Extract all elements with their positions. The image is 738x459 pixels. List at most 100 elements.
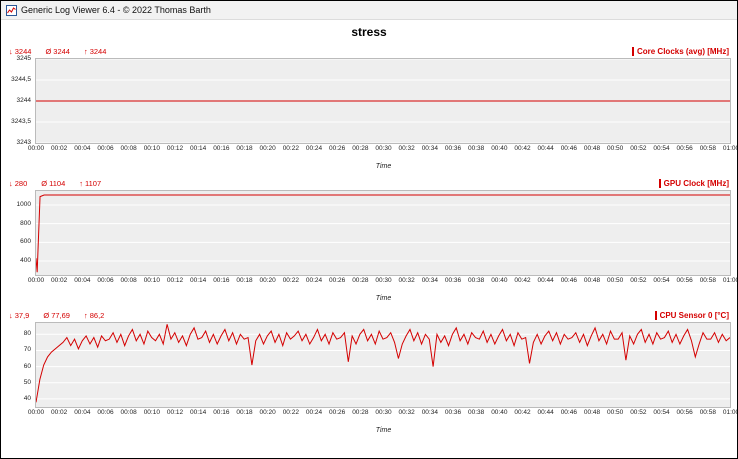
x-tick-label: 00:42 <box>514 146 530 153</box>
x-tick-label: 00:06 <box>97 146 113 153</box>
x-tick-label: 00:38 <box>468 146 484 153</box>
title-marker <box>655 311 657 320</box>
x-tick-label: 00:52 <box>630 146 646 153</box>
x-tick-label: 00:14 <box>190 146 206 153</box>
stat-max: ↑86,2 <box>84 311 104 320</box>
x-tick-label: 00:58 <box>700 410 716 417</box>
y-tick-label: 3244 <box>17 98 31 105</box>
x-tick-label: 00:04 <box>74 410 90 417</box>
x-tick-label: 00:02 <box>51 278 67 285</box>
x-tick-label: 00:48 <box>584 410 600 417</box>
y-tick-label: 3245 <box>17 56 31 63</box>
x-tick-label: 00:38 <box>468 410 484 417</box>
plot-area[interactable] <box>35 190 731 276</box>
x-tick-label: 00:54 <box>653 146 669 153</box>
x-axis-labels: 00:0000:0200:0400:0600:0800:1000:1200:14… <box>36 146 731 154</box>
x-tick-label: 00:26 <box>329 278 345 285</box>
x-tick-label: 00:44 <box>538 410 554 417</box>
chart-title: CPU Sensor 0 [°C] <box>655 311 729 320</box>
y-axis-labels: 32453244,532443243,53243 <box>7 58 35 144</box>
stat-avg-value: 1104 <box>49 179 65 188</box>
x-tick-label: 00:08 <box>121 146 137 153</box>
x-tick-label: 00:32 <box>399 410 415 417</box>
x-tick-label: 00:18 <box>236 410 252 417</box>
title-marker <box>632 47 634 56</box>
chart-title: GPU Clock [MHz] <box>659 179 729 188</box>
x-tick-label: 00:14 <box>190 278 206 285</box>
x-tick-label: 00:26 <box>329 410 345 417</box>
stat-avg-value: 3244 <box>53 47 70 56</box>
y-axis-labels: 8070605040 <box>7 322 35 408</box>
chart-stats: ↓3244 Ø3244 ↑3244 Core Clocks (avg) [MHz… <box>7 44 731 58</box>
x-tick-label: 00:30 <box>375 146 391 153</box>
x-tick-label: 00:00 <box>28 146 44 153</box>
x-tick-label: 00:58 <box>700 146 716 153</box>
x-tick-label: 00:50 <box>607 410 623 417</box>
y-tick-label: 1000 <box>17 202 31 209</box>
plot-area[interactable] <box>35 58 731 144</box>
stat-max-value: 86,2 <box>90 311 105 320</box>
x-tick-label: 00:18 <box>236 146 252 153</box>
min-arrow-icon: ↓ <box>9 311 13 320</box>
x-tick-label: 00:04 <box>74 278 90 285</box>
x-tick-label: 00:24 <box>306 278 322 285</box>
x-tick-label: 00:22 <box>283 146 299 153</box>
x-tick-label: 00:30 <box>375 278 391 285</box>
stat-avg: Ø77,69 <box>43 311 70 320</box>
x-tick-label: 00:18 <box>236 278 252 285</box>
stat-min: ↓280 <box>9 179 27 188</box>
chart-canvas <box>36 323 730 407</box>
x-tick-label: 00:00 <box>28 410 44 417</box>
x-tick-label: 00:16 <box>213 410 229 417</box>
x-tick-label: 00:32 <box>399 278 415 285</box>
chart-canvas <box>36 191 730 275</box>
x-tick-label: 00:02 <box>51 146 67 153</box>
x-tick-label: 00:10 <box>144 278 160 285</box>
x-axis-title: Time <box>376 295 392 302</box>
x-tick-label: 00:06 <box>97 278 113 285</box>
x-tick-label: 00:56 <box>677 410 693 417</box>
plot-area[interactable] <box>35 322 731 408</box>
x-tick-label: 00:28 <box>352 410 368 417</box>
x-tick-label: 00:02 <box>51 410 67 417</box>
stat-avg: Ø3244 <box>45 47 70 56</box>
chart-title-text: CPU Sensor 0 [°C] <box>660 311 729 320</box>
x-tick-label: 00:40 <box>491 410 507 417</box>
y-tick-label: 800 <box>20 220 31 227</box>
max-arrow-icon: ↑ <box>84 47 88 56</box>
x-tick-label: 00:34 <box>422 410 438 417</box>
app-title: Generic Log Viewer 6.4 - © 2022 Thomas B… <box>21 5 211 15</box>
x-tick-label: 00:48 <box>584 146 600 153</box>
x-axis-title: Time <box>376 163 392 170</box>
y-tick-label: 3243,5 <box>11 119 31 126</box>
x-tick-label: 00:10 <box>144 410 160 417</box>
x-tick-label: 00:48 <box>584 278 600 285</box>
chart-stats: ↓37,9 Ø77,69 ↑86,2 CPU Sensor 0 [°C] <box>7 308 731 322</box>
x-tick-label: 00:46 <box>561 146 577 153</box>
chart-canvas <box>36 59 730 143</box>
series-line <box>36 324 730 402</box>
max-arrow-icon: ↑ <box>79 179 83 188</box>
x-tick-label: 00:56 <box>677 146 693 153</box>
x-tick-label: 00:36 <box>445 278 461 285</box>
y-tick-label: 600 <box>20 239 31 246</box>
stat-max: ↑1107 <box>79 179 101 188</box>
x-tick-label: 01:00 <box>723 146 738 153</box>
x-tick-label: 00:36 <box>445 410 461 417</box>
chart-title-text: GPU Clock [MHz] <box>664 179 729 188</box>
avg-icon: Ø <box>45 47 51 56</box>
y-tick-label: 400 <box>20 258 31 265</box>
y-tick-label: 70 <box>24 347 31 354</box>
x-tick-label: 00:10 <box>144 146 160 153</box>
y-tick-label: 3244,5 <box>11 77 31 84</box>
x-axis-labels: 00:0000:0200:0400:0600:0800:1000:1200:14… <box>36 278 731 286</box>
x-tick-label: 00:58 <box>700 278 716 285</box>
chart-gpu-clock: ↓280 Ø1104 ↑1107 GPU Clock [MHz] 1000800… <box>7 176 731 297</box>
x-tick-label: 00:04 <box>74 146 90 153</box>
x-tick-label: 00:12 <box>167 410 183 417</box>
x-axis-labels: 00:0000:0200:0400:0600:0800:1000:1200:14… <box>36 410 731 418</box>
x-tick-label: 00:12 <box>167 146 183 153</box>
app-icon[interactable] <box>6 5 17 16</box>
avg-icon: Ø <box>43 311 49 320</box>
stat-max-value: 3244 <box>90 47 107 56</box>
